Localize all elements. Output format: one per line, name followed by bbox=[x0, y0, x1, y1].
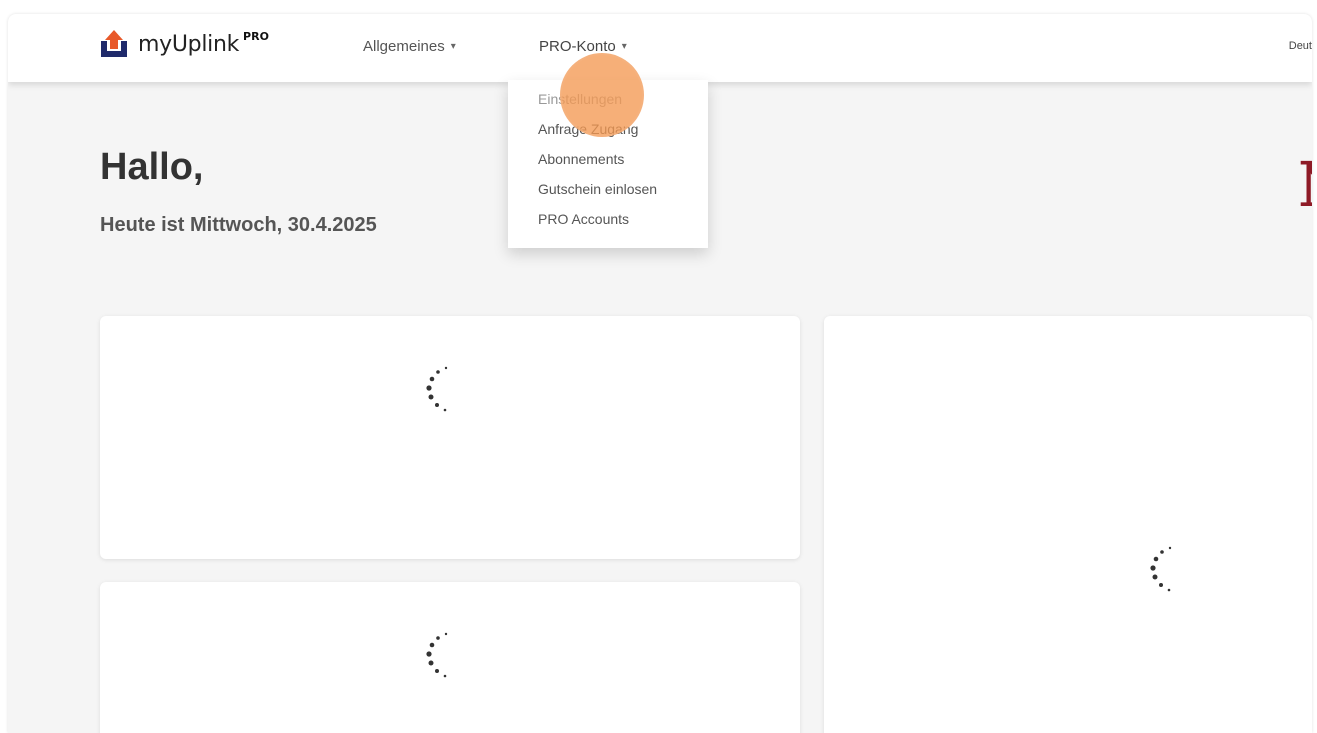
nav-pro-konto[interactable]: PRO-Konto ▾ bbox=[539, 38, 627, 55]
loading-spinner-icon bbox=[1150, 546, 1172, 592]
greeting-title: Hallo, bbox=[100, 146, 204, 188]
nav-allgemeines-label: Allgemeines bbox=[363, 38, 445, 55]
pro-konto-dropdown-menu: Einstellungen Anfrage Zugang Abonnements… bbox=[508, 80, 708, 248]
brand-pro-badge: PRO bbox=[243, 29, 269, 43]
top-navbar: myUplink PRO Allgemeines ▾ PRO-Konto ▾ D… bbox=[8, 14, 1312, 82]
menu-item-pro-accounts[interactable]: PRO Accounts bbox=[508, 204, 708, 234]
dashboard-card bbox=[100, 316, 800, 559]
nav-pro-konto-label: PRO-Konto bbox=[539, 38, 616, 55]
browser-viewport: myUplink PRO Allgemeines ▾ PRO-Konto ▾ D… bbox=[8, 14, 1312, 733]
dashboard-card bbox=[100, 582, 800, 733]
upload-house-icon bbox=[101, 30, 127, 57]
menu-item-gutschein-einlosen[interactable]: Gutschein einlosen bbox=[508, 174, 708, 204]
caret-down-icon: ▾ bbox=[450, 41, 456, 52]
caret-down-icon: ▾ bbox=[621, 41, 627, 52]
dashboard-card bbox=[824, 316, 1312, 733]
loading-spinner-icon bbox=[426, 632, 448, 678]
brand-logo[interactable]: myUplink PRO bbox=[98, 27, 269, 61]
loading-spinner-icon bbox=[426, 366, 448, 412]
menu-item-einstellungen[interactable]: Einstellungen bbox=[508, 84, 708, 114]
nav-allgemeines[interactable]: Allgemeines ▾ bbox=[363, 38, 456, 55]
menu-item-anfrage-zugang[interactable]: Anfrage Zugang bbox=[508, 114, 708, 144]
menu-item-abonnements[interactable]: Abonnements bbox=[508, 144, 708, 174]
language-selector[interactable]: Deut bbox=[1289, 40, 1312, 52]
brand-name: myUplink bbox=[138, 31, 240, 57]
date-subtitle: Heute ist Mittwoch, 30.4.2025 bbox=[100, 214, 377, 236]
partner-logo: N bbox=[1298, 154, 1312, 216]
